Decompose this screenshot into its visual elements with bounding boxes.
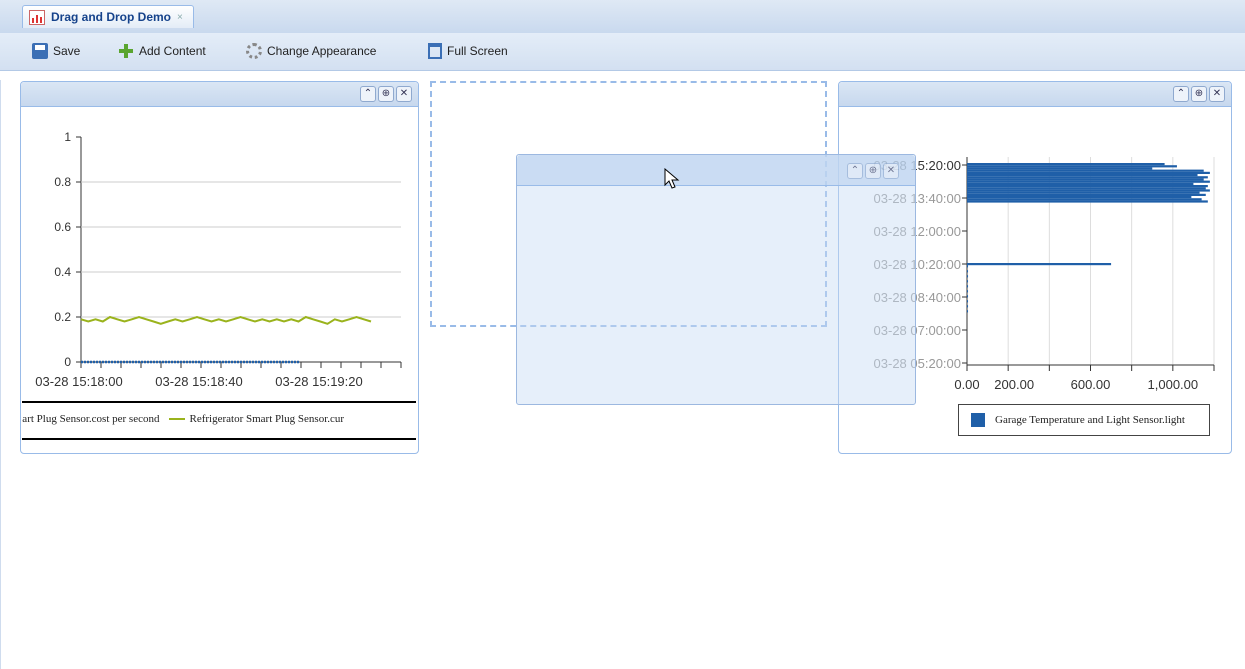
bar [967,270,969,273]
bar [967,178,1204,181]
change-appearance-label: Change Appearance [267,44,377,58]
bar [967,171,1210,174]
save-label: Save [53,44,81,58]
x-tick-label: 200.00 [994,377,1034,392]
y-tick-label: 0 [64,355,71,369]
x-tick-label: 1,000.00 [1148,377,1199,392]
legend-swatch [971,413,985,427]
gear-icon [246,43,262,59]
bar [967,176,1208,179]
tab-drag-and-drop-demo[interactable]: Drag and Drop Demo × [22,5,194,28]
x-tick-label: 600.00 [1071,377,1111,392]
save-button[interactable]: Save [32,43,80,59]
bar [967,285,969,288]
series-line [80,315,372,325]
bar [967,200,1208,203]
close-icon[interactable]: ✕ [1209,86,1225,102]
bar [967,191,1200,194]
settings-icon[interactable]: ⊕ [378,86,394,102]
full-screen-label: Full Screen [447,44,508,58]
x-tick-label: 03-28 15:19:20 [275,374,362,389]
add-icon [118,43,134,59]
line-chart: 0 0.2 0.4 0.6 0.8 1 03-28 15:18:00 03-28 15:18:… [35,130,402,389]
bar [967,265,969,268]
bar [967,198,1202,201]
portlet-header[interactable]: ⌃ ⊕ ✕ [839,82,1231,107]
legend-item-current: Refrigerator Smart Plug Sensor.cur [169,413,344,425]
portlet-header[interactable]: ⌃ ⊕ ✕ [21,82,418,107]
bar [967,305,969,308]
bar [967,189,1210,192]
x-tick-label: 03-28 15:18:40 [155,374,242,389]
bar [967,169,1204,172]
close-icon[interactable]: ✕ [883,163,899,179]
y-tick-label: 0.2 [54,310,71,324]
bar [967,163,1165,166]
collapse-icon[interactable]: ⌃ [360,86,376,102]
toolbar: Save Add Content Change Appearance Full … [0,33,1245,71]
full-screen-button[interactable]: Full Screen [428,43,508,59]
add-content-button[interactable]: Add Content [118,43,206,59]
tab-strip: Drag and Drop Demo × [0,0,1245,34]
bar [967,295,969,298]
bar [967,185,1208,188]
x-tick-label: 03-28 15:18:00 [35,374,122,389]
bar [967,180,1210,183]
add-content-label: Add Content [139,44,206,58]
full-screen-icon [428,43,442,59]
save-icon [32,43,48,59]
legend-line-swatch [169,418,186,421]
settings-icon[interactable]: ⊕ [865,163,881,179]
close-icon[interactable]: ✕ [396,86,412,102]
bar [967,182,1194,185]
bar [967,263,1112,266]
tab-close-icon[interactable]: × [177,12,183,23]
y-tick-label: 0.4 [54,265,71,279]
bar [967,165,1177,168]
dragged-portlet-proxy[interactable]: ⌃ ⊕ ✕ [516,154,916,405]
bar [967,196,1192,199]
mouse-cursor-icon [664,168,680,189]
line-chart-legend: e Smart Plug Sensor.cost per second Refr… [22,401,416,440]
x-tick-label: 0.00 [954,377,979,392]
bar-chart-legend: Garage Temperature and Light Sensor.ligh… [958,404,1210,436]
bar [967,275,969,278]
bar [967,167,1153,170]
bar [967,290,969,293]
y-tick-label: 0.8 [54,175,71,189]
bar [967,174,1198,177]
y-tick-label: 1 [64,130,71,144]
y-tick-label: 0.6 [54,220,71,234]
bar [967,187,1206,190]
bar [967,310,969,313]
window-left-edge [0,80,1,669]
bar [967,193,1206,196]
chart-icon [29,9,45,25]
collapse-icon[interactable]: ⌃ [847,163,863,179]
portlet-line-chart: ⌃ ⊕ ✕ 0 0.2 0.4 0.6 0.8 1 03-28 15:18:00 03-28 … [20,81,419,454]
collapse-icon[interactable]: ⌃ [1173,86,1189,102]
tab-title: Drag and Drop Demo [51,10,172,24]
legend-item-cost: e Smart Plug Sensor.cost per second [22,413,160,425]
bar [967,280,969,283]
change-appearance-button[interactable]: Change Appearance [246,43,376,59]
dragged-portlet-header[interactable]: ⌃ ⊕ ✕ [517,155,915,186]
legend-item-light: Garage Temperature and Light Sensor.ligh… [995,414,1185,426]
bar [967,300,969,303]
settings-icon[interactable]: ⊕ [1191,86,1207,102]
